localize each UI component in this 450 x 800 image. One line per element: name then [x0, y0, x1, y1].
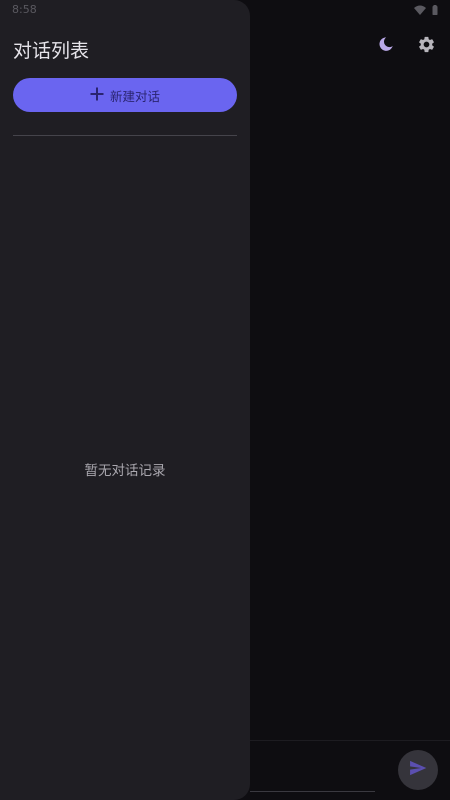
- message-input-underline[interactable]: [250, 791, 375, 792]
- send-icon: [408, 758, 428, 782]
- app-screen: 8:58 对话列表 新建对话 暂无对话记录: [0, 0, 450, 800]
- status-bar: 8:58: [0, 0, 450, 20]
- settings-button[interactable]: [416, 36, 436, 56]
- new-chat-button[interactable]: 新建对话: [13, 78, 237, 112]
- drawer-title: 对话列表: [13, 40, 90, 62]
- empty-state-text: 暂无对话记录: [84, 463, 166, 479]
- send-button[interactable]: [398, 750, 438, 790]
- drawer-divider: [13, 135, 237, 136]
- main-header-actions: [376, 36, 436, 56]
- new-chat-label: 新建对话: [109, 88, 160, 104]
- conversation-drawer: 对话列表 新建对话 暂无对话记录: [0, 0, 250, 800]
- wifi-icon: [414, 0, 426, 19]
- plus-icon: [90, 86, 104, 105]
- composer-top-border: [250, 740, 450, 741]
- theme-toggle-button[interactable]: [376, 36, 396, 56]
- status-icons: [414, 3, 438, 15]
- moon-icon: [377, 35, 395, 57]
- gear-icon: [417, 35, 436, 58]
- status-time: 8:58: [12, 3, 37, 16]
- battery-icon: [432, 0, 438, 19]
